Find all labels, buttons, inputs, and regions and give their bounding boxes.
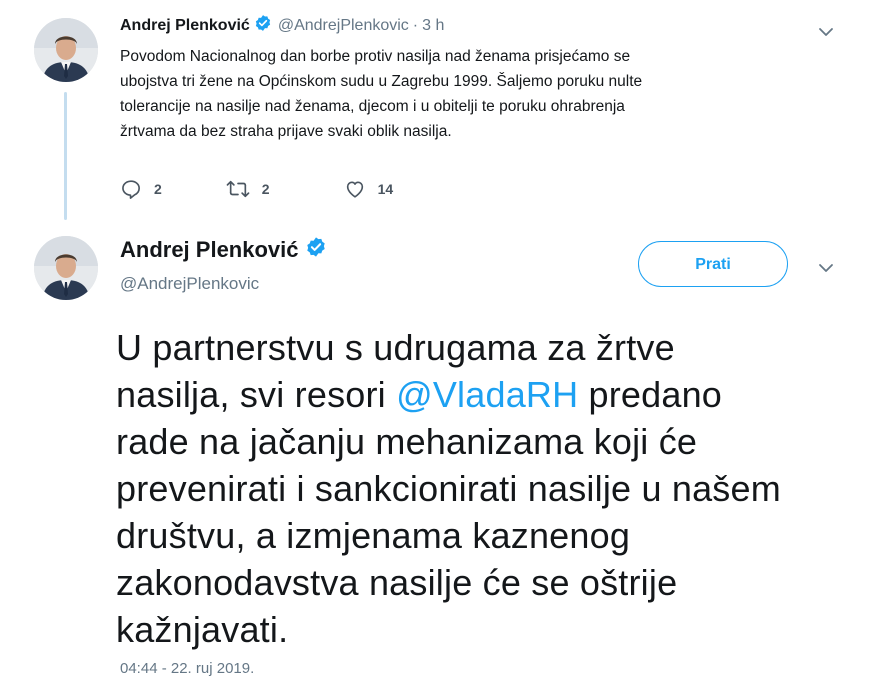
reply-icon	[122, 180, 140, 199]
tweet-text-line: U partnerstvu s udrugama za žrtve	[116, 327, 675, 368]
author-handle[interactable]: @AndrejPlenkovic	[120, 274, 259, 294]
tweet-text: Povodom Nacionalnog dan borbe protiv nas…	[120, 44, 820, 144]
tweet-header: Andrej Plenković @AndrejPlenkovic · 3 h	[120, 14, 444, 37]
thread-connector-line	[64, 92, 67, 220]
tweet-timestamp[interactable]: 3 h	[422, 17, 444, 35]
tweet-text-line: ubojstva tri žene na Općinskom sudu u Za…	[120, 73, 643, 90]
avatar-image	[34, 236, 98, 300]
tweet-text-line: nasilja, svi resori @VladaRH predano	[116, 371, 856, 418]
chevron-down-icon[interactable]	[816, 258, 836, 278]
tweet-author-row: Andrej Plenković	[120, 236, 333, 263]
tweet-actions: 2 2 14	[120, 178, 443, 200]
retweet-icon	[226, 180, 250, 198]
avatar[interactable]	[34, 18, 98, 82]
retweet-count: 2	[261, 181, 270, 197]
like-button[interactable]: 14	[344, 178, 394, 200]
author-name[interactable]: Andrej Plenković	[120, 17, 250, 35]
reply-count: 2	[154, 181, 162, 197]
tweet-text-line: društvu, a izmjenama kaznenog	[116, 515, 631, 556]
verified-badge-icon	[305, 236, 327, 263]
tweet-text-line: zakonodavstva nasilje će se oštrije	[116, 562, 678, 603]
mention-link[interactable]: @VladaRH	[396, 374, 578, 415]
tweet-text-segment: predano	[578, 374, 723, 415]
retweet-button[interactable]: 2	[226, 178, 270, 200]
avatar-image	[34, 18, 98, 82]
like-count: 14	[377, 181, 394, 197]
tweet-text-large: U partnerstvu s udrugama za žrtve nasilj…	[116, 324, 856, 653]
tweet-date[interactable]: 04:44 - 22. ruj 2019.	[120, 660, 254, 677]
tweet-text-line: žrtvama da bez straha prijave svaki obli…	[120, 123, 452, 140]
reply-button[interactable]: 2	[120, 178, 162, 200]
avatar[interactable]	[34, 236, 98, 300]
heart-icon	[346, 181, 363, 198]
header-separator: ·	[412, 16, 419, 34]
chevron-down-icon[interactable]	[816, 22, 836, 42]
tweet-text-line: rade na jačanju mehanizama koji će	[116, 421, 698, 462]
verified-badge-icon	[254, 14, 272, 37]
tweet-text-line: tolerancije na nasilje nad ženama, djeco…	[120, 98, 625, 115]
author-name[interactable]: Andrej Plenković	[120, 237, 299, 263]
author-handle[interactable]: @AndrejPlenkovic	[278, 17, 409, 35]
tweet-text-line: kažnjavati.	[116, 609, 289, 650]
tweet-text-segment: nasilja, svi resori	[116, 374, 397, 415]
follow-button[interactable]: Prati	[638, 241, 788, 287]
tweet-text-line: prevenirati i sankcionirati nasilje u na…	[116, 468, 781, 509]
tweet-text-line: Povodom Nacionalnog dan borbe protiv nas…	[120, 48, 631, 65]
